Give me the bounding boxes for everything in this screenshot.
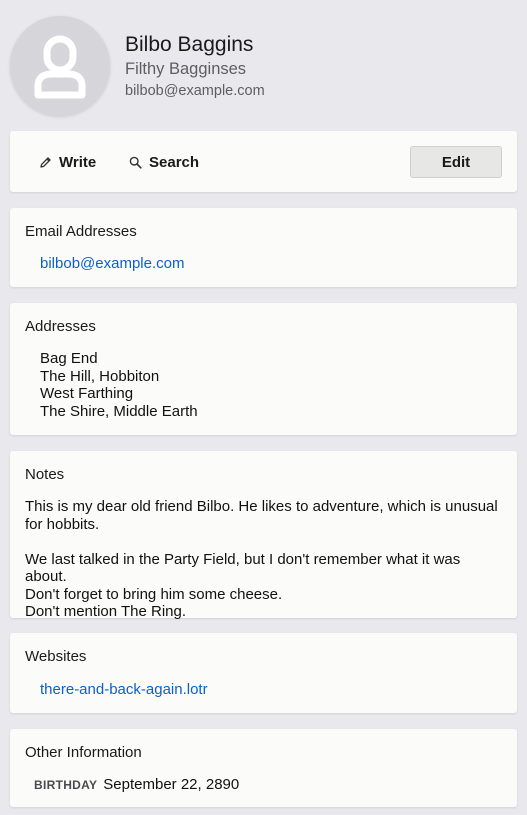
addresses-card: Addresses Bag End The Hill, Hobbiton Wes… <box>10 303 517 435</box>
website-link[interactable]: there-and-back-again.lotr <box>40 681 208 698</box>
contact-name: Bilbo Baggins <box>125 33 254 56</box>
notes-card: Notes This is my dear old friend Bilbo. … <box>10 451 517 621</box>
address-line: The Shire, Middle Earth <box>40 402 198 420</box>
birthday-label: BIRTHDAY <box>34 778 98 792</box>
contact-email: bilbob@example.com <box>125 83 265 99</box>
email-section-title: Email Addresses <box>25 223 137 240</box>
search-button[interactable]: Search <box>129 146 199 178</box>
address-line: The Hill, Hobbiton <box>40 367 160 385</box>
notes-paragraph: This is my dear old friend Bilbo. He lik… <box>25 498 498 533</box>
birthday-value: September 22, 2890 <box>103 776 240 793</box>
other-section-title: Other Information <box>25 744 142 761</box>
search-button-label: Search <box>149 153 200 171</box>
person-icon <box>34 35 86 99</box>
contact-organization: Filthy Bagginses <box>125 60 247 78</box>
email-addresses-card: Email Addresses bilbob@example.com <box>10 208 517 287</box>
notes-section-title: Notes <box>25 466 65 483</box>
address-line: Bag End <box>40 350 98 367</box>
search-icon <box>129 156 142 169</box>
edit-button[interactable]: Edit <box>410 146 502 178</box>
write-button[interactable]: Write <box>39 146 96 178</box>
pencil-icon <box>40 156 51 168</box>
action-toolbar: Write Search Edit <box>10 131 517 192</box>
address-block: Bag End The Hill, Hobbiton West Farthing… <box>40 350 198 420</box>
notes-paragraph: We last talked in the Party Field, but I… <box>25 550 461 621</box>
websites-card: Websites there-and-back-again.lotr <box>10 633 517 713</box>
email-link[interactable]: bilbob@example.com <box>40 255 184 272</box>
avatar <box>10 16 110 116</box>
address-line: West Farthing <box>40 385 134 402</box>
other-information-card: Other Information BIRTHDAY September 22,… <box>10 729 517 807</box>
contact-header: Bilbo Baggins Filthy Bagginses bilbob@ex… <box>10 16 517 116</box>
birthday-row: BIRTHDAY September 22, 2890 <box>34 776 239 793</box>
write-button-label: Write <box>59 153 97 171</box>
address-section-title: Addresses <box>25 318 96 335</box>
notes-text: This is my dear old friend Bilbo. He lik… <box>25 498 505 621</box>
websites-section-title: Websites <box>25 648 87 665</box>
